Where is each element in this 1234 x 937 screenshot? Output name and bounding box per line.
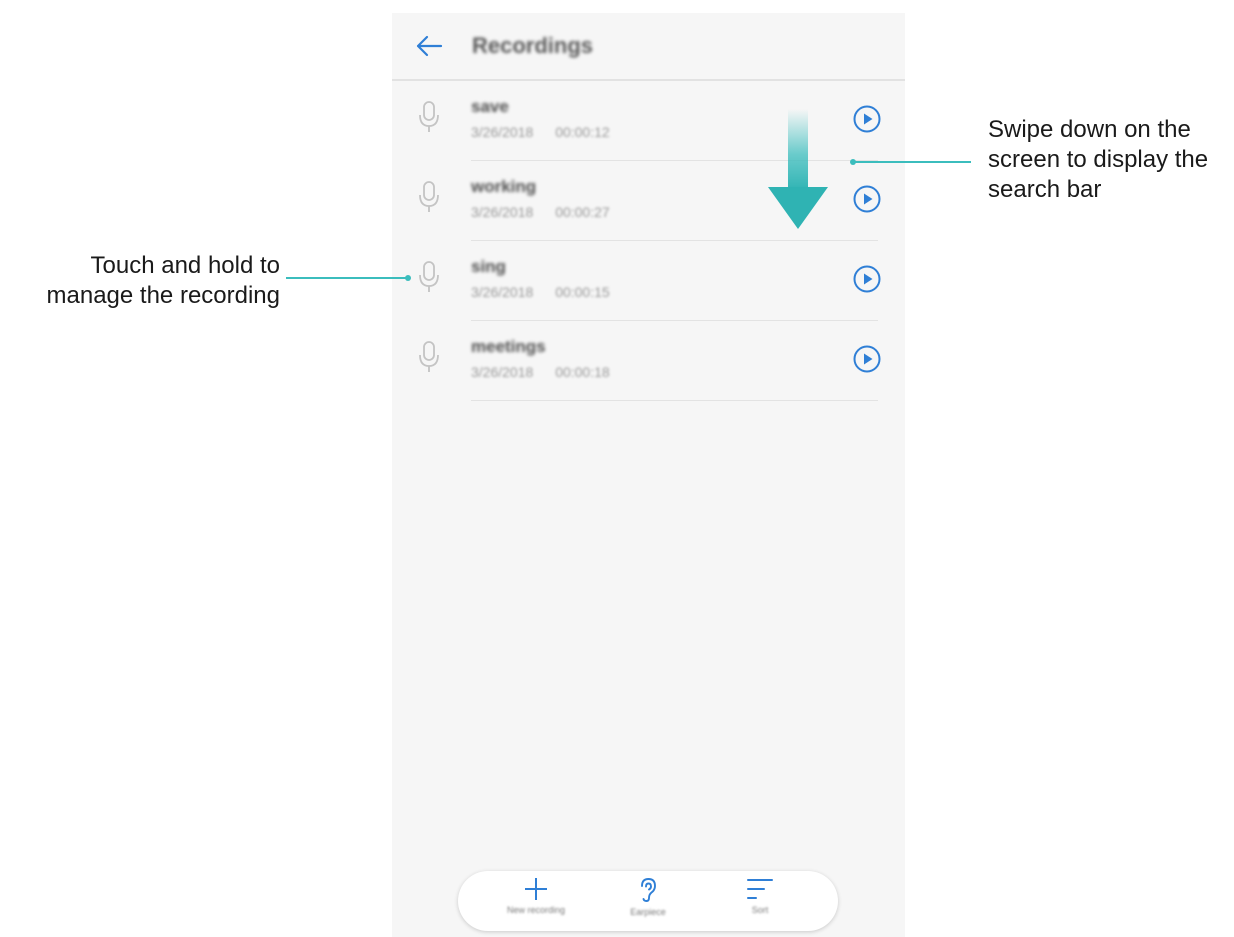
- callout-swipe-down: Swipe down on the screen to display the …: [988, 116, 1209, 203]
- microphone-icon: [419, 261, 439, 292]
- play-icon[interactable]: [852, 184, 882, 214]
- recording-name: sing: [471, 257, 506, 276]
- play-icon[interactable]: [852, 264, 882, 294]
- row-divider: [471, 400, 878, 401]
- callout-leader-dot: [850, 159, 856, 165]
- recording-duration: 00:00:27: [555, 204, 610, 220]
- back-arrow-icon: [416, 35, 443, 57]
- ear-icon: [641, 878, 656, 902]
- toolbar-label: New recording: [506, 905, 566, 915]
- sort-button[interactable]: Sort: [710, 877, 810, 927]
- recording-meta: 3/26/2018 00:00:12: [471, 124, 610, 140]
- recording-meta: 3/26/2018 00:00:27: [471, 204, 610, 220]
- microphone-icon: [419, 101, 439, 132]
- recording-name: working: [471, 177, 537, 196]
- plus-icon: [525, 878, 547, 900]
- microphone-icon: [419, 341, 439, 372]
- sort-icon: [747, 879, 773, 899]
- recording-date: 3/26/2018: [471, 284, 534, 300]
- recording-meta: 3/26/2018 00:00:18: [471, 364, 610, 380]
- recording-date: 3/26/2018: [471, 364, 534, 380]
- play-icon[interactable]: [852, 344, 882, 374]
- recording-meta: 3/26/2018 00:00:15: [471, 284, 610, 300]
- earpiece-button[interactable]: Earpiece: [598, 877, 698, 927]
- recording-duration: 00:00:12: [555, 124, 610, 140]
- recording-name: meetings: [471, 337, 546, 356]
- recording-date: 3/26/2018: [471, 124, 534, 140]
- microphone-icon: [419, 181, 439, 212]
- callout-leader-line: [286, 277, 408, 279]
- phone-screen: Recordings save 3/26/2018 00:00:12 worki…: [392, 13, 905, 937]
- recording-date: 3/26/2018: [471, 204, 534, 220]
- app-header: Recordings: [392, 13, 905, 81]
- bottom-toolbar: New recording Earpiece Sort: [458, 871, 838, 931]
- recording-duration: 00:00:15: [555, 284, 610, 300]
- recording-item[interactable]: meetings 3/26/2018 00:00:18: [392, 321, 905, 401]
- callout-leader-line: [853, 161, 971, 163]
- play-icon[interactable]: [852, 104, 882, 134]
- callout-leader-dot: [405, 275, 411, 281]
- recording-duration: 00:00:18: [555, 364, 610, 380]
- callout-touch-hold: Touch and hold to manage the recording: [46, 252, 280, 309]
- new-recording-button[interactable]: New recording: [486, 877, 586, 927]
- swipe-down-arrow-icon: [768, 109, 828, 229]
- toolbar-label: Earpiece: [630, 907, 666, 917]
- back-button[interactable]: [412, 29, 446, 63]
- recording-item[interactable]: sing 3/26/2018 00:00:15: [392, 241, 905, 321]
- illustration-canvas: Recordings save 3/26/2018 00:00:12 worki…: [0, 0, 1234, 937]
- page-title: Recordings: [472, 33, 594, 58]
- toolbar-label: Sort: [751, 905, 769, 915]
- recording-name: save: [471, 97, 509, 116]
